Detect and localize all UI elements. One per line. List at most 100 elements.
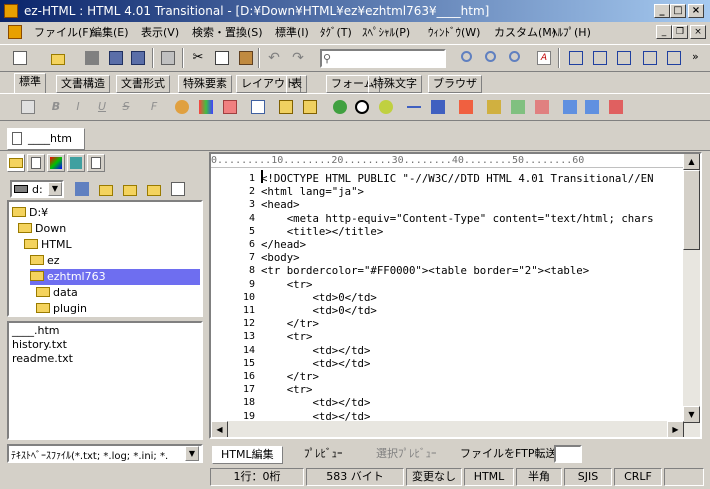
font-button[interactable]: A — [534, 48, 554, 68]
code-line[interactable]: <head> — [261, 198, 300, 211]
scroll-thumb[interactable] — [683, 170, 700, 250]
parent-folder-button[interactable] — [144, 179, 164, 199]
chevron-down-icon[interactable]: ▼ — [48, 182, 62, 196]
code-line[interactable]: <td>0</td> — [261, 291, 376, 304]
search-input[interactable] — [320, 49, 446, 68]
save-all-button[interactable] — [128, 48, 148, 68]
menu-tag[interactable]: ﾀｸﾞ(T) — [320, 25, 352, 41]
menu-standard[interactable]: 標準(I) — [275, 25, 309, 41]
find-button[interactable] — [458, 48, 478, 68]
code-line[interactable]: </tr> — [261, 370, 319, 383]
code-line[interactable]: <tr> — [261, 278, 313, 291]
scroll-right-button[interactable]: ▶ — [667, 421, 684, 437]
tab-standard[interactable]: 標準 — [14, 73, 46, 93]
find-prev-button[interactable] — [482, 48, 502, 68]
doc-icon[interactable] — [8, 25, 22, 39]
sidebar-tab-images[interactable] — [67, 154, 85, 172]
list-item[interactable]: readme.txt — [12, 352, 73, 366]
code-line[interactable]: <tr> — [261, 383, 313, 396]
toolbar-overflow-icon[interactable]: » — [692, 50, 699, 63]
cascade-button[interactable] — [566, 48, 586, 68]
preview-out-button[interactable] — [582, 97, 602, 117]
sidebar-tab-clips[interactable] — [27, 154, 45, 172]
code-line[interactable]: <body> — [261, 251, 300, 264]
cut-button[interactable]: ✂ — [188, 48, 208, 68]
tab-doc-structure[interactable]: 文書構造 — [56, 75, 110, 93]
multimedia-button[interactable] — [352, 97, 372, 117]
tree-item[interactable]: data — [36, 285, 78, 301]
scroll-down-button[interactable]: ▼ — [683, 406, 700, 423]
document-tab[interactable]: ____htm — [7, 128, 85, 150]
scroll-up-button[interactable]: ▲ — [683, 154, 700, 170]
open-folder-button[interactable] — [96, 179, 116, 199]
eraser-button[interactable] — [220, 97, 240, 117]
add-item-button[interactable] — [508, 97, 528, 117]
tree-item[interactable]: Down — [18, 221, 66, 237]
folder-tree[interactable]: D:¥ Down HTML ez ezhtml763 data plugin — [7, 200, 203, 317]
code-line[interactable]: <td>0</td> — [261, 304, 376, 317]
open-button[interactable] — [48, 48, 68, 68]
tool-button[interactable] — [484, 97, 504, 117]
maximize-button[interactable]: □ — [670, 4, 686, 18]
link-button[interactable] — [330, 97, 350, 117]
app-icon[interactable] — [4, 4, 18, 18]
menu-special[interactable]: ｽﾍﾟｼｬﾙ(P) — [362, 25, 410, 41]
tree-item[interactable]: D:¥ — [12, 205, 48, 221]
document-button[interactable] — [248, 97, 268, 117]
menu-help[interactable]: ﾍﾙﾌﾟ(H) — [552, 25, 591, 41]
horizontal-scrollbar[interactable]: ◀ ▶ — [211, 421, 684, 437]
save-button[interactable] — [106, 48, 126, 68]
code-line[interactable]: <meta http-equiv="Content-Type" content=… — [261, 212, 654, 225]
file-filter-select[interactable]: ﾃｷｽﾄﾍﾞｰｽﾌｧｲﾙ(*.txt; *.log; *.ini; *. ▼ — [7, 444, 203, 463]
close-file-button[interactable] — [82, 48, 102, 68]
tree-item[interactable]: plugin — [36, 301, 87, 317]
list-item[interactable]: history.txt — [12, 338, 67, 352]
paint-button[interactable] — [428, 97, 448, 117]
menu-custom[interactable]: カスタム(M) — [494, 25, 556, 41]
new-window-button[interactable] — [640, 48, 660, 68]
new-folder-button[interactable] — [120, 179, 140, 199]
code-line[interactable]: <td></td> — [261, 344, 370, 357]
tab-html-edit[interactable]: HTML編集 — [212, 446, 283, 464]
find-next-button[interactable] — [506, 48, 526, 68]
tile-vertical-button[interactable] — [614, 48, 634, 68]
tab-browser[interactable]: ブラウザ — [428, 75, 482, 93]
menu-window[interactable]: ｳｨﾝﾄﾞｳ(W) — [428, 25, 480, 41]
new-file-button[interactable] — [10, 48, 30, 68]
code-line[interactable]: <title></title> — [261, 225, 384, 238]
color-button[interactable] — [196, 97, 216, 117]
code-line[interactable]: <tr bordercolor="#FF0000"><table border=… — [261, 264, 589, 277]
compass-button[interactable] — [376, 97, 396, 117]
refresh-folder-button[interactable] — [72, 179, 92, 199]
sidebar-tab-colors[interactable] — [47, 154, 65, 172]
file-properties-button[interactable] — [168, 179, 188, 199]
tab-special-chars[interactable]: 特殊文字 — [368, 75, 422, 93]
scroll-left-button[interactable]: ◀ — [211, 421, 228, 437]
close-window-button[interactable] — [664, 48, 684, 68]
mdi-close-button[interactable]: × — [690, 25, 706, 39]
list-item[interactable]: ____.htm — [12, 324, 60, 338]
sidebar-tab-tags[interactable] — [87, 154, 105, 172]
menu-search-replace[interactable]: 検索・置換(S) — [192, 25, 263, 41]
hr-button[interactable] — [404, 97, 424, 117]
undo-button[interactable]: ↶ — [264, 48, 284, 68]
tab-doc-format[interactable]: 文書形式 — [116, 75, 170, 93]
code-line[interactable]: <td></td> — [261, 396, 370, 409]
tag-edit-button[interactable] — [18, 97, 38, 117]
tab-selection-preview[interactable]: 選択ﾌﾟﾚﾋﾞｭｰ — [368, 446, 445, 464]
tab-extra-input[interactable] — [554, 445, 582, 463]
print-button[interactable] — [158, 48, 178, 68]
code-line[interactable]: <html lang="ja"> — [261, 185, 364, 198]
copy-button[interactable] — [212, 48, 232, 68]
code-line[interactable]: <td></td> — [261, 357, 370, 370]
mdi-minimize-button[interactable]: _ — [656, 25, 672, 39]
vertical-scrollbar[interactable]: ▲ ▼ — [683, 154, 700, 437]
drive-select[interactable]: d: ▼ — [10, 180, 64, 198]
remove-item-button[interactable] — [532, 97, 552, 117]
code-editor[interactable]: 0.........10........20........30........… — [209, 152, 702, 439]
file-list[interactable]: ____.htm history.txt readme.txt — [7, 321, 203, 440]
underline-button[interactable]: U — [92, 97, 112, 117]
browser-preview-button[interactable] — [606, 97, 626, 117]
mdi-restore-button[interactable]: ❐ — [672, 25, 688, 39]
comment-button[interactable] — [456, 97, 476, 117]
